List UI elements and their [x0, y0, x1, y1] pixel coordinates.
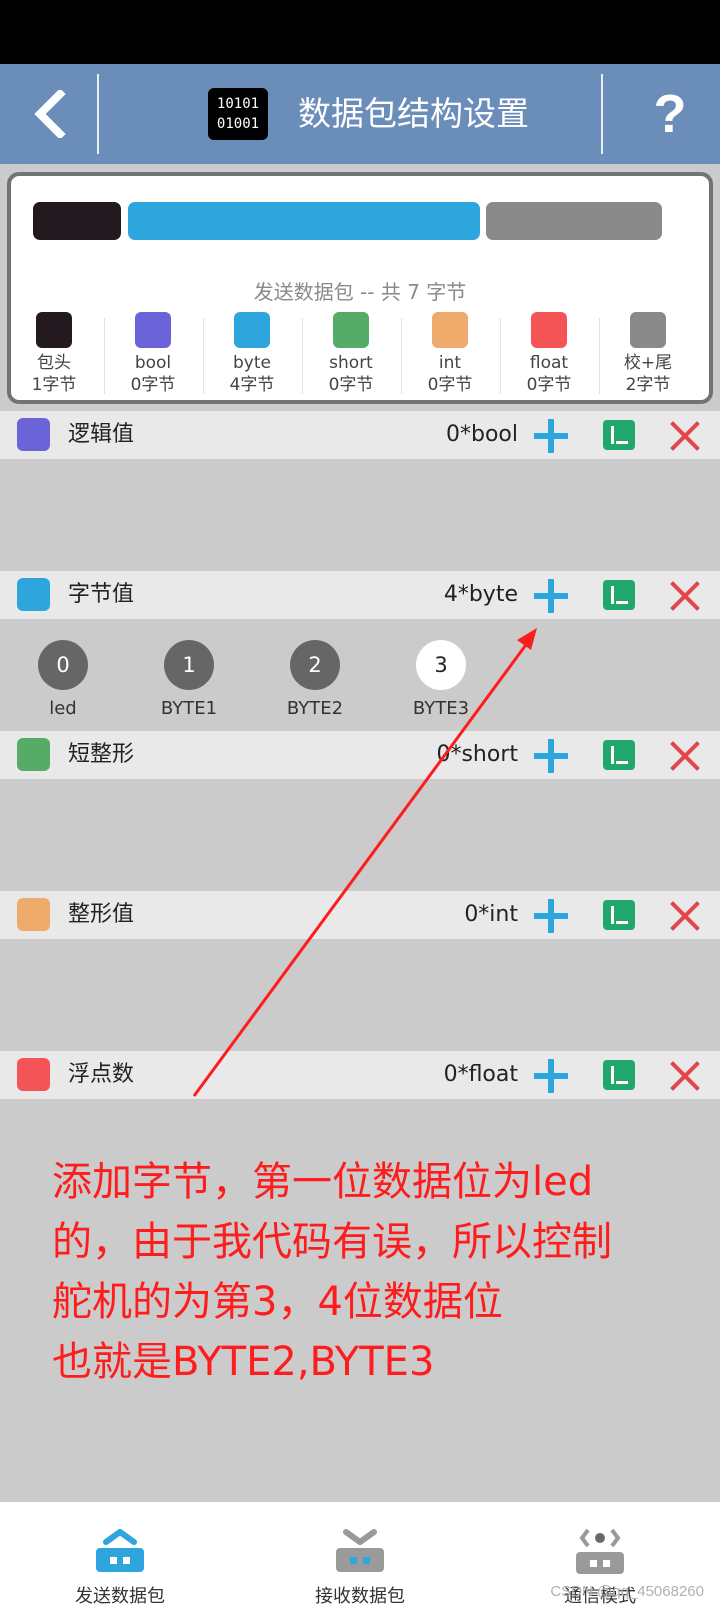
nav-receive-packet[interactable]: 接收数据包 — [240, 1502, 480, 1612]
comm-mode-icon — [576, 1528, 624, 1574]
watermark: CSDN @qq_45068260 — [550, 1583, 704, 1600]
nav-label: 发送数据包 — [75, 1586, 165, 1607]
annotation-text: 添加字节，第一位数据位为led 的，由于我代码有误，所以控制 舵机的为第3，4位… — [52, 1152, 712, 1392]
send-packet-icon — [96, 1529, 144, 1572]
annotation-line: 舵机的为第3，4位数据位 — [52, 1279, 503, 1325]
annotation-line: 添加字节，第一位数据位为led — [52, 1159, 594, 1205]
receive-packet-icon — [336, 1529, 384, 1572]
annotation-line: 也就是BYTE2,BYTE3 — [52, 1339, 435, 1385]
nav-send-packet[interactable]: 发送数据包 — [0, 1502, 240, 1612]
nav-label: 接收数据包 — [315, 1586, 405, 1607]
annotation-line: 的，由于我代码有误，所以控制 — [52, 1219, 612, 1265]
